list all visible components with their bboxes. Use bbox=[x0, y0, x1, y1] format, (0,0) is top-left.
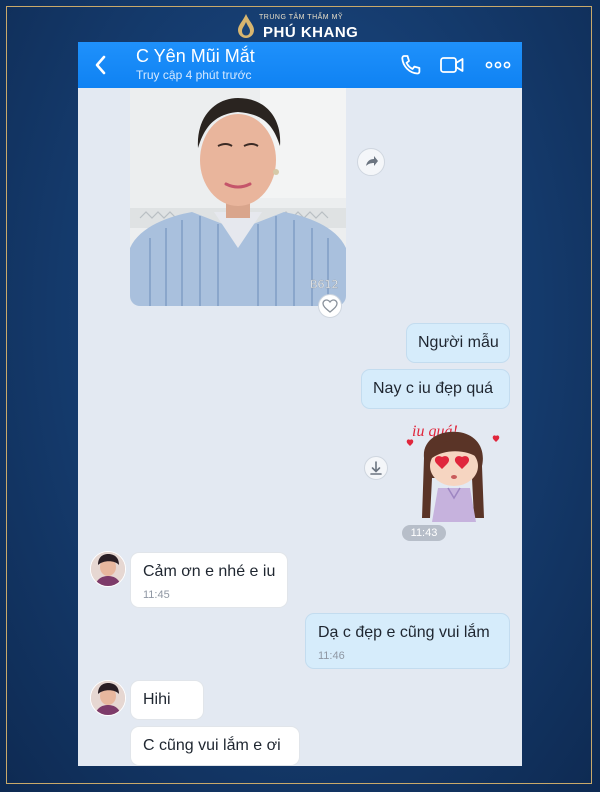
chat-screen: C Yên Mũi Mắt Truy cập 4 phút trước B612… bbox=[78, 42, 522, 766]
message-text: Cảm ơn e nhé e iu bbox=[143, 563, 276, 580]
video-call-icon[interactable] bbox=[439, 53, 465, 77]
brand-logo-icon bbox=[238, 14, 254, 38]
contact-avatar-image bbox=[91, 552, 125, 586]
message-timestamp: 11:46 bbox=[318, 650, 345, 662]
message-timestamp: 11:43 bbox=[402, 525, 446, 541]
message-bubble-outgoing[interactable]: Dạ c đẹp e cũng vui lắm 11:46 bbox=[305, 613, 510, 669]
contact-status: Truy cập 4 phút trước bbox=[136, 68, 252, 82]
received-photo[interactable]: B612 bbox=[130, 88, 346, 306]
message-text: Người mẫu bbox=[418, 334, 499, 351]
message-bubble-outgoing[interactable]: Người mẫu bbox=[406, 323, 510, 363]
love-sticker[interactable]: iu quá! bbox=[402, 418, 508, 524]
message-bubble-incoming[interactable]: Cảm ơn e nhé e iu 11:45 bbox=[130, 552, 288, 608]
avatar[interactable] bbox=[90, 680, 126, 716]
back-arrow-icon[interactable] bbox=[92, 54, 110, 76]
brand-tagline: TRUNG TÂM THẨM MỸ bbox=[259, 14, 344, 21]
download-icon bbox=[370, 461, 382, 475]
message-timestamp: 11:45 bbox=[143, 589, 170, 601]
share-button[interactable] bbox=[357, 148, 385, 176]
message-text: C cũng vui lắm e ơi bbox=[143, 737, 281, 754]
download-button[interactable] bbox=[364, 456, 388, 480]
portrait-image: B612 bbox=[130, 88, 346, 306]
chat-header: C Yên Mũi Mắt Truy cập 4 phút trước bbox=[78, 42, 522, 88]
message-text: Nay c iu đẹp quá bbox=[373, 380, 494, 397]
react-heart-button[interactable] bbox=[318, 294, 342, 318]
phone-icon[interactable] bbox=[398, 53, 424, 77]
contact-avatar-image bbox=[91, 681, 125, 715]
brand-name: PHÚ KHANG bbox=[263, 24, 359, 41]
message-text: Hihi bbox=[143, 691, 171, 708]
message-bubble-incoming[interactable]: Hihi bbox=[130, 680, 204, 720]
heart-icon bbox=[322, 299, 338, 313]
more-icon[interactable] bbox=[484, 53, 512, 77]
brand-header: TRUNG TÂM THẨM MỸ PHÚ KHANG bbox=[0, 6, 600, 41]
avatar[interactable] bbox=[90, 551, 126, 587]
contact-name[interactable]: C Yên Mũi Mắt bbox=[136, 46, 255, 67]
message-text: Dạ c đẹp e cũng vui lắm bbox=[318, 624, 490, 641]
message-bubble-outgoing[interactable]: Nay c iu đẹp quá bbox=[361, 369, 510, 409]
message-bubble-incoming[interactable]: C cũng vui lắm e ơi bbox=[130, 726, 300, 766]
share-arrow-icon bbox=[366, 156, 378, 166]
photo-watermark: B612 bbox=[310, 278, 339, 291]
